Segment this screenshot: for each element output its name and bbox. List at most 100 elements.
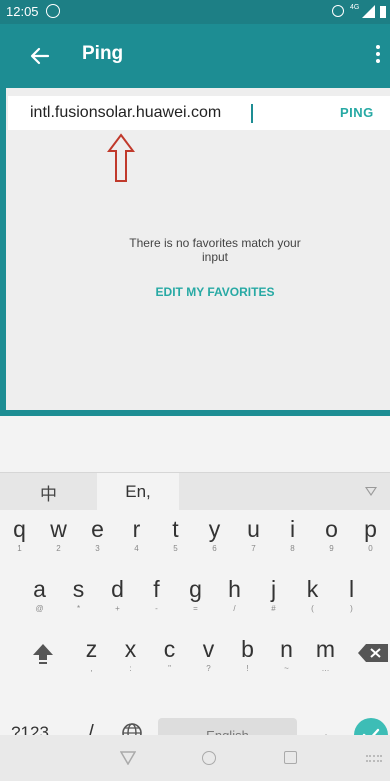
key-secondary-label: , (90, 664, 93, 673)
key-o[interactable]: o9 (312, 510, 351, 562)
key-secondary-label: 0 (368, 544, 373, 553)
more-options-icon[interactable] (374, 42, 382, 70)
key-secondary-label: 4 (134, 544, 139, 553)
back-arrow-icon[interactable] (28, 44, 52, 68)
lang-chinese-button[interactable]: 中 (0, 473, 97, 511)
whatsapp-icon (46, 4, 60, 18)
key-secondary-label: " (168, 664, 171, 673)
signal-icon (362, 5, 375, 18)
key-p[interactable]: p0 (351, 510, 390, 562)
key-secondary-label: 8 (290, 544, 295, 553)
key-secondary-label: 6 (212, 544, 217, 553)
key-secondary-label: / (233, 604, 236, 613)
key-z[interactable]: z, (72, 630, 111, 682)
key-secondary-label: @ (35, 604, 44, 613)
lang-english-button[interactable]: En, (97, 473, 179, 511)
nav-home-icon[interactable] (202, 751, 216, 765)
nav-recent-apps-icon[interactable] (284, 751, 297, 764)
key-label: h (228, 576, 241, 602)
navigation-bar (0, 735, 390, 781)
keyboard-toolbar: 中 En, (0, 472, 390, 511)
key-c[interactable]: c " (150, 630, 189, 682)
key-t[interactable]: t5 (156, 510, 195, 562)
key-secondary-label: 1 (17, 544, 22, 553)
key-j[interactable]: j # (254, 570, 293, 622)
key-h[interactable]: h / (215, 570, 254, 622)
status-bar: 12:05 4G (0, 0, 390, 24)
key-label: b (241, 636, 254, 662)
key-label: q (13, 516, 26, 542)
key-secondary-label: … (321, 664, 330, 673)
key-secondary-label: # (271, 604, 276, 613)
key-m[interactable]: m… (306, 630, 345, 682)
collapse-keyboard-icon[interactable] (365, 487, 377, 496)
key-secondary-label: 3 (95, 544, 100, 553)
key-secondary-label: 9 (329, 544, 334, 553)
key-i[interactable]: i8 (273, 510, 312, 562)
key-label: u (247, 516, 260, 542)
key-e[interactable]: e3 (78, 510, 117, 562)
key-label: w (50, 516, 67, 542)
key-label: s (72, 576, 85, 602)
host-input[interactable] (30, 100, 300, 126)
annotation-arrow-icon (107, 133, 135, 182)
battery-icon (380, 6, 386, 18)
key-secondary-label: : (129, 664, 132, 673)
key-v[interactable]: v? (189, 630, 228, 682)
key-label: g (189, 576, 202, 602)
shift-key-icon[interactable] (28, 638, 58, 668)
key-secondary-label: 7 (251, 544, 256, 553)
app-bar: Ping (0, 24, 390, 88)
key-label: j (270, 576, 277, 602)
key-secondary-label: ) (350, 604, 353, 613)
key-r[interactable]: r4 (117, 510, 156, 562)
key-label: k (306, 576, 319, 602)
key-a[interactable]: a @ (20, 570, 59, 622)
key-k[interactable]: k( (293, 570, 332, 622)
key-secondary-label: = (193, 604, 198, 613)
key-w[interactable]: w2 (39, 510, 78, 562)
key-b[interactable]: b! (228, 630, 267, 682)
edit-favorites-link[interactable]: EDIT MY FAVORITES (110, 285, 320, 299)
key-label: o (325, 516, 338, 542)
key-q[interactable]: q1 (0, 510, 39, 562)
key-label: n (280, 636, 293, 662)
key-label: d (111, 576, 124, 602)
text-caret (251, 104, 253, 123)
key-label: c (163, 636, 176, 662)
key-y[interactable]: y6 (195, 510, 234, 562)
backspace-key-icon[interactable] (356, 640, 390, 666)
key-label: l (348, 576, 355, 602)
page-title: Ping (82, 43, 124, 64)
key-g[interactable]: g = (176, 570, 215, 622)
key-l[interactable]: l) (332, 570, 371, 622)
key-label: i (289, 516, 296, 542)
key-label: p (364, 516, 377, 542)
key-secondary-label: ( (311, 604, 314, 613)
key-label: z (85, 636, 98, 662)
key-secondary-label: + (115, 604, 120, 613)
key-label: a (33, 576, 46, 602)
empty-favorites-message: There is no favorites match your input (129, 236, 301, 264)
key-x[interactable]: x: (111, 630, 150, 682)
host-input-row: PING (8, 96, 390, 130)
alarm-icon (332, 5, 344, 17)
key-secondary-label: ! (246, 664, 249, 673)
nav-back-triangle-icon[interactable] (120, 751, 136, 765)
key-label: f (153, 576, 160, 602)
key-secondary-label: 5 (173, 544, 178, 553)
ping-button[interactable]: PING (340, 105, 374, 120)
network-type: 4G (350, 4, 360, 11)
key-d[interactable]: d + (98, 570, 137, 622)
keyboard-switch-icon[interactable] (366, 755, 382, 762)
key-label: y (208, 516, 221, 542)
key-label: t (172, 516, 179, 542)
key-label: m (315, 636, 336, 662)
key-s[interactable]: s * (59, 570, 98, 622)
keyboard: q 1 w 2 e 3 r 4 t 5 y 6 u 7 i 8 o 9 p 0 a @ s * d + f - g = h / j # k(l) z,… (0, 510, 390, 752)
key-label: x (124, 636, 137, 662)
key-n[interactable]: n ~ (267, 630, 306, 682)
key-label: e (91, 516, 104, 542)
key-u[interactable]: u7 (234, 510, 273, 562)
key-f[interactable]: f- (137, 570, 176, 622)
